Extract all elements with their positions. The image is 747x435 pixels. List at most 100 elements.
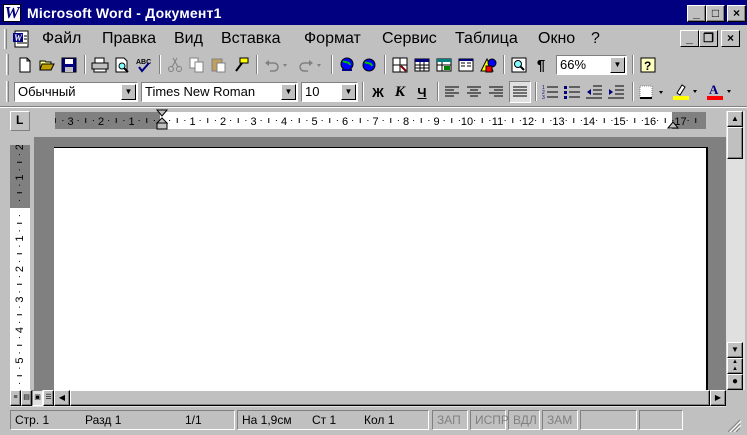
zoom-select[interactable]: 66% ▼ (556, 55, 627, 75)
status-rec[interactable]: ЗАП (432, 410, 468, 430)
align-right-icon[interactable] (485, 81, 507, 103)
undo-icon[interactable] (261, 54, 291, 76)
chevron-down-icon[interactable]: ▼ (610, 57, 625, 73)
cut-icon[interactable] (164, 54, 186, 76)
horizontal-scrollbar[interactable]: ≡ ▤ ▣ ☰ ◀ ▶ (10, 390, 726, 407)
menu-format[interactable]: Формат (301, 30, 364, 50)
scroll-left-button[interactable]: ◀ (54, 390, 70, 406)
font-select[interactable]: Times New Roman ▼ (141, 82, 298, 102)
bold-button[interactable]: Ж (367, 81, 389, 103)
hyperlink-icon[interactable] (336, 54, 358, 76)
insert-excel-icon[interactable] (433, 54, 455, 76)
borders-icon[interactable] (637, 81, 669, 103)
web-layout-view-button[interactable]: ▤ (21, 390, 32, 406)
show-formatting-icon[interactable]: ¶ (530, 54, 552, 76)
menu-edit[interactable]: Правка (99, 30, 159, 50)
close-button[interactable]: × (727, 5, 746, 22)
ruler-v-tick (17, 161, 22, 163)
standard-toolbar: ABC ¶ 66% ▼ ? (0, 52, 739, 78)
chevron-down-icon[interactable]: ▼ (281, 84, 296, 100)
normal-view-button[interactable]: ≡ (10, 390, 21, 406)
right-indent-marker[interactable] (666, 115, 680, 129)
paste-icon[interactable] (208, 54, 230, 76)
tab-stop-selector[interactable]: L (10, 111, 30, 131)
font-color-icon[interactable]: A (705, 81, 737, 103)
save-icon[interactable] (58, 54, 80, 76)
print-preview-icon[interactable] (111, 54, 133, 76)
vertical-ruler[interactable]: 2 1 1 2 3 4 5 (10, 131, 30, 390)
copy-icon[interactable] (186, 54, 208, 76)
menu-window[interactable]: Окно (535, 30, 578, 50)
underline-button[interactable]: Ч (411, 81, 433, 103)
previous-page-button[interactable]: ▲ ▲ (727, 358, 743, 374)
style-select[interactable]: Обычный ▼ (14, 82, 138, 102)
print-layout-view-button[interactable]: ▣ (32, 390, 43, 406)
document-map-icon[interactable] (508, 54, 530, 76)
tables-borders-icon[interactable] (389, 54, 411, 76)
open-icon[interactable] (36, 54, 58, 76)
drawing-icon[interactable] (477, 54, 499, 76)
spelling-icon[interactable]: ABC (133, 54, 155, 76)
insert-table-icon[interactable] (411, 54, 433, 76)
toolbar-grip[interactable] (6, 81, 9, 102)
redo-icon[interactable] (295, 54, 325, 76)
word-app-icon[interactable]: W (3, 4, 21, 22)
print-icon[interactable] (89, 54, 111, 76)
align-left-icon[interactable] (441, 81, 463, 103)
separator (84, 55, 86, 74)
svg-text:W: W (14, 33, 23, 43)
menubar-grip[interactable] (4, 29, 7, 49)
doc-restore-button[interactable]: ❐ (699, 30, 718, 47)
scroll-right-button[interactable]: ▶ (710, 390, 726, 406)
minimize-button[interactable]: _ (687, 5, 706, 22)
scroll-thumb[interactable] (727, 127, 743, 159)
status-spelling[interactable] (639, 410, 683, 430)
doc-close-button[interactable]: × (721, 30, 740, 47)
numbering-icon[interactable]: 123 (539, 81, 561, 103)
title-bar[interactable]: W Microsoft Word - Документ1 _ □ × (0, 0, 747, 26)
columns-icon[interactable] (455, 54, 477, 76)
vertical-scrollbar[interactable]: ▲ ▼ ▲▲ ● ▼▼ (726, 111, 745, 406)
italic-button[interactable]: К (389, 81, 411, 103)
resize-grip[interactable] (726, 418, 742, 434)
separator (503, 55, 505, 74)
chevron-down-icon[interactable]: ▼ (121, 84, 136, 100)
document-icon[interactable]: W (12, 30, 32, 48)
horizontal-scroll-thumb[interactable] (70, 390, 710, 406)
menu-help[interactable]: ? (588, 30, 603, 50)
indent-marker[interactable] (155, 109, 169, 133)
web-toolbar-icon[interactable] (358, 54, 380, 76)
new-icon[interactable] (14, 54, 36, 76)
style-value: Обычный (18, 84, 76, 99)
align-center-icon[interactable] (463, 81, 485, 103)
menu-view[interactable]: Вид (171, 30, 206, 50)
select-browse-object-button[interactable]: ● (727, 374, 743, 390)
status-cursor-panel: На 1,9см Ст 1 Кол 1 (237, 410, 429, 430)
chevron-down-icon[interactable]: ▼ (341, 84, 356, 100)
toolbar-grip[interactable] (6, 54, 9, 75)
increase-indent-icon[interactable] (605, 81, 627, 103)
outline-view-button[interactable]: ☰ (43, 390, 54, 406)
maximize-button[interactable]: □ (706, 5, 725, 22)
scroll-down-button[interactable]: ▼ (727, 342, 743, 358)
status-ext[interactable]: ВДЛ (508, 410, 540, 430)
menu-insert[interactable]: Вставка (218, 30, 283, 50)
highlight-icon[interactable] (671, 81, 703, 103)
format-painter-icon[interactable] (230, 54, 252, 76)
document-page[interactable] (54, 147, 708, 390)
ruler-v-tick (17, 314, 22, 316)
menu-file[interactable]: Файл (39, 30, 84, 50)
help-icon[interactable]: ? (637, 54, 659, 76)
status-ovr[interactable]: ЗАМ (542, 410, 578, 430)
justify-icon[interactable] (509, 81, 531, 103)
doc-minimize-button[interactable]: _ (680, 30, 699, 47)
menu-tools[interactable]: Сервис (379, 30, 440, 50)
font-size-select[interactable]: 10 ▼ (301, 82, 358, 102)
status-trk[interactable]: ИСПР (470, 410, 509, 430)
status-position-panel: Стр. 1 Разд 1 1/1 (10, 410, 235, 430)
scroll-up-button[interactable]: ▲ (727, 111, 743, 127)
menu-table[interactable]: Таблица (452, 30, 521, 50)
bullets-icon[interactable] (561, 81, 583, 103)
ruler-v-tick (19, 291, 20, 293)
decrease-indent-icon[interactable] (583, 81, 605, 103)
